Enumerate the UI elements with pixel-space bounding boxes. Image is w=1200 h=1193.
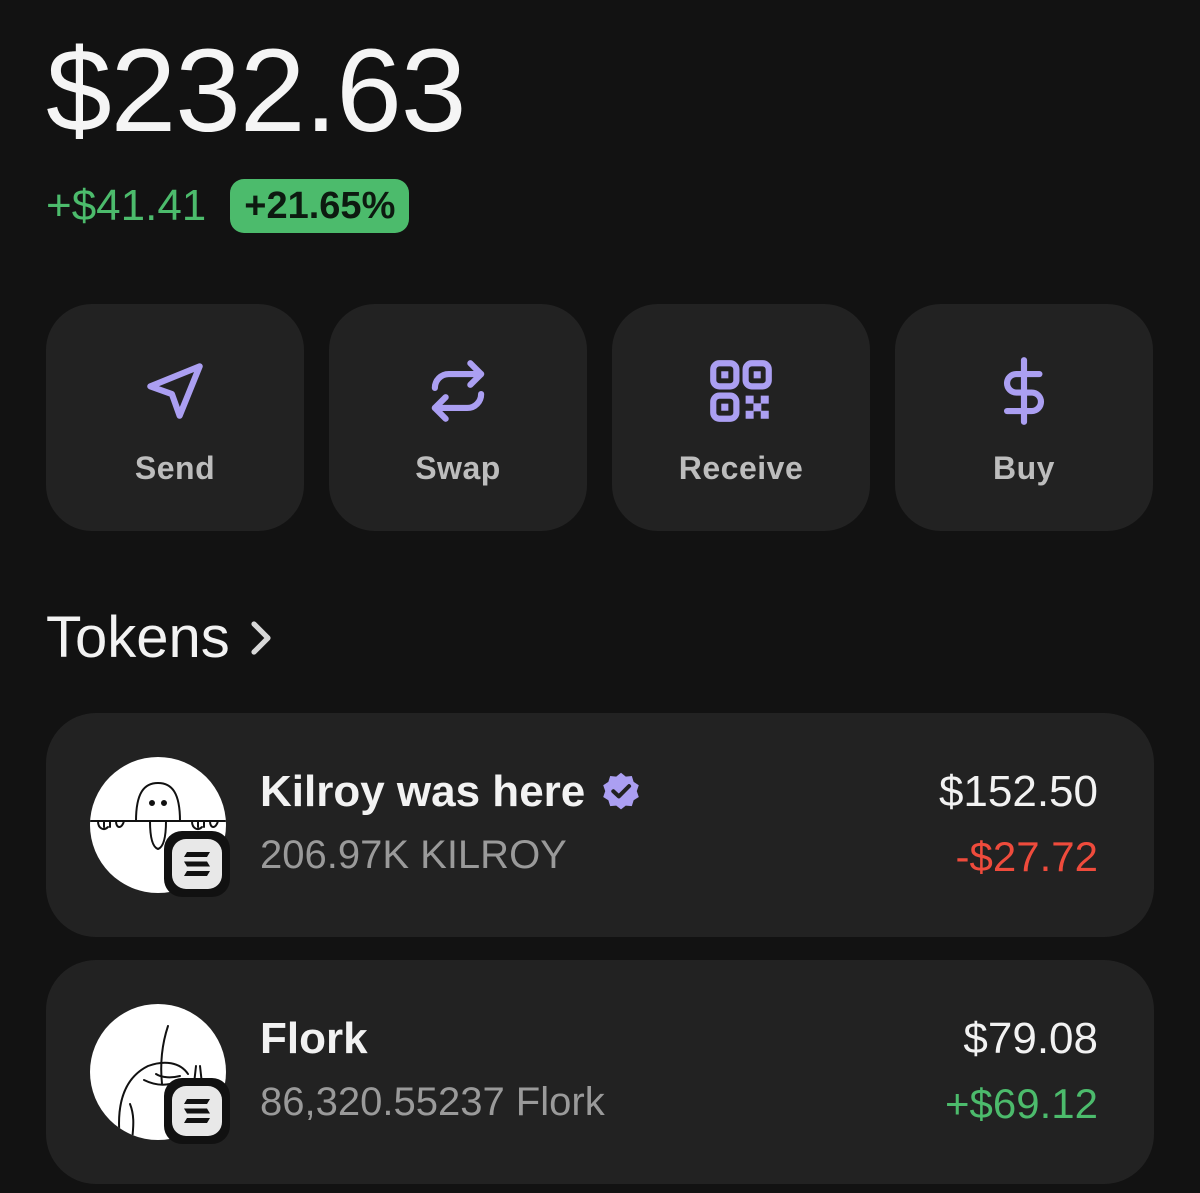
token-value: $152.50 — [938, 767, 1098, 816]
qr-code-icon — [710, 360, 772, 422]
chevron-right-icon — [251, 620, 271, 655]
swap-button[interactable]: Swap — [329, 304, 587, 531]
swap-icon — [431, 360, 485, 422]
tokens-section-header[interactable]: Tokens — [46, 604, 276, 671]
portfolio-balance: $232.63 — [46, 25, 467, 157]
token-amount: 206.97K KILROY — [260, 833, 567, 877]
token-name: Flork — [260, 1014, 368, 1064]
token-change: +$69.12 — [945, 1080, 1098, 1127]
solana-icon — [184, 1099, 210, 1123]
send-icon — [147, 363, 203, 419]
change-amount: +$41.41 — [46, 181, 207, 230]
tokens-title: Tokens — [46, 605, 230, 670]
change-percent-badge: +21.65% — [230, 179, 410, 233]
token-name-label: Flork — [260, 1014, 368, 1063]
chain-badge — [164, 831, 230, 897]
chain-badge — [164, 1078, 230, 1144]
action-buttons: Send Swap Receive Buy — [46, 304, 1153, 531]
token-amount: 86,320.55237 Flork — [260, 1080, 605, 1124]
send-button[interactable]: Send — [46, 304, 304, 531]
portfolio-change: +$41.41 +21.65% — [46, 178, 410, 234]
solana-icon — [184, 852, 210, 876]
token-change: -$27.72 — [955, 833, 1098, 880]
swap-label: Swap — [415, 450, 501, 486]
receive-button[interactable]: Receive — [612, 304, 870, 531]
buy-label: Buy — [993, 450, 1055, 486]
token-row-kilroy[interactable]: Kilroy was here 206.97K KILROY $152.50 -… — [46, 713, 1154, 937]
send-label: Send — [134, 450, 216, 486]
token-name: Kilroy was here — [260, 767, 643, 817]
buy-button[interactable]: Buy — [895, 304, 1153, 531]
verified-badge-icon — [603, 772, 640, 810]
token-name-label: Kilroy was here — [260, 767, 586, 816]
token-row-flork[interactable]: Flork 86,320.55237 Flork $79.08 +$69.12 — [46, 960, 1154, 1184]
receive-label: Receive — [678, 450, 804, 486]
dollar-icon — [1003, 357, 1045, 425]
token-value: $79.08 — [963, 1014, 1098, 1063]
